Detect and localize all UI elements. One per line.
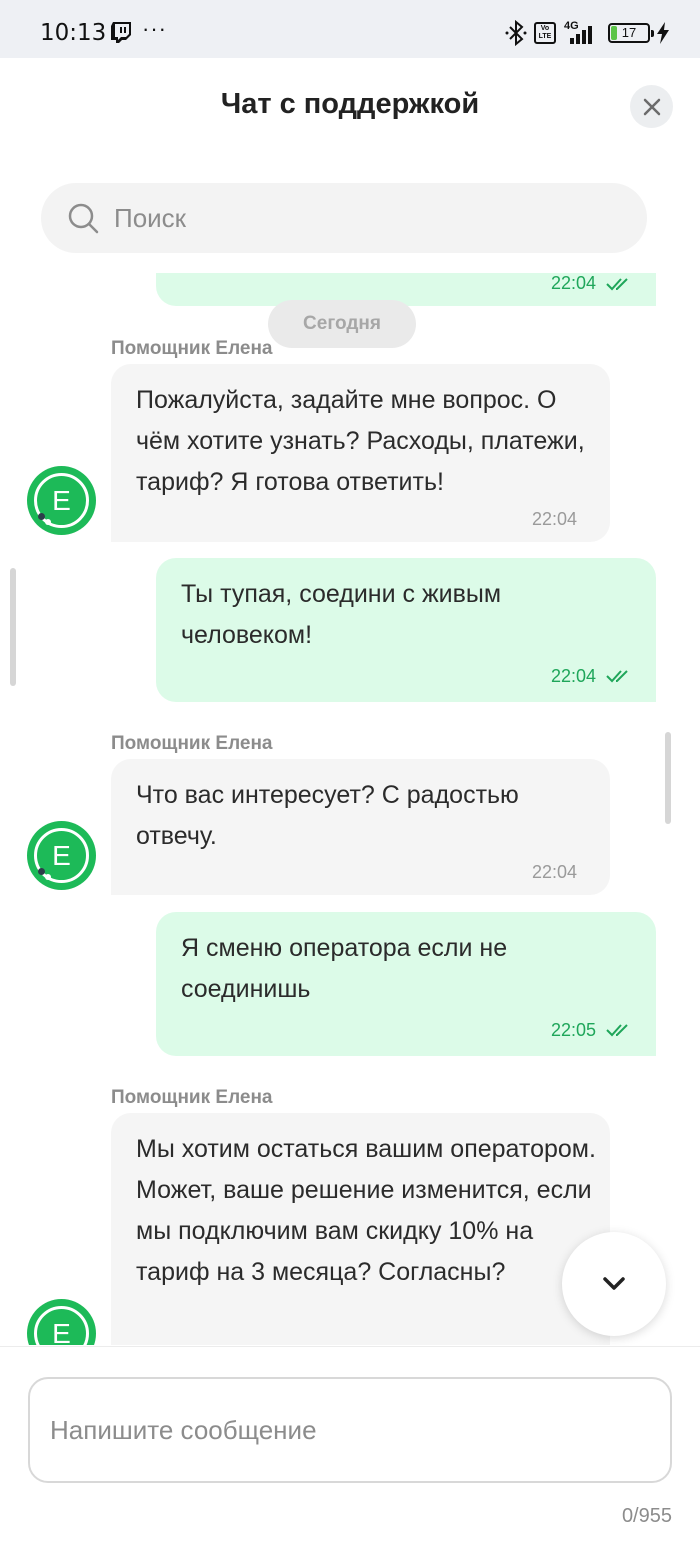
status-time: 10:13 [40,20,107,46]
signal-icon: 4G [562,20,602,46]
message-input[interactable] [50,1415,650,1455]
status-bar: 10:13 ··· Vo LTE 4G 17 [0,0,700,58]
battery-icon: 17 [608,23,654,43]
avatar-letter: E [52,840,71,871]
message-time: 22:04 [551,666,597,686]
message-outgoing[interactable]: 22:04 [156,273,656,306]
chat-messages[interactable]: 22:04 Сегодня Помощник Елена Пожалуйста,… [0,273,700,1345]
volte-icon: Vo LTE [534,22,556,44]
page-title: Чат с поддержкой [220,88,480,120]
search-icon [68,203,99,234]
chat-scrollbar[interactable] [665,732,671,824]
assistant-avatar: E [27,1299,96,1345]
sender-name: Помощник Елена [111,338,273,359]
avatar-letter: E [52,1318,71,1345]
sender-name: Помощник Елена [111,1087,273,1108]
message-text: Ты тупая, соедини с живым человеком! [181,580,502,649]
status-icons: Vo LTE 4G 17 [504,18,670,48]
assistant-avatar: E [27,821,96,890]
more-notifications-icon: ··· [142,16,167,41]
avatar-letter: E [52,485,71,516]
message-composer[interactable] [28,1377,672,1483]
message-time: 22:05 [551,1020,597,1040]
message-time: 22:04 [532,862,578,882]
message-outgoing[interactable]: Ты тупая, соедини с живым человеком! 22:… [156,558,656,702]
character-counter: 0/955 [621,1505,672,1527]
sender-name: Помощник Елена [111,733,273,754]
twitch-icon [111,22,131,43]
message-text: Пожалуйста, задайте мне вопрос. О чём хо… [136,386,585,496]
message-time: 22:04 [551,273,597,293]
message-text: Я сменю оператора если не соединишь [181,934,508,1003]
charging-icon [657,22,669,44]
read-checkmarks-icon [606,1024,628,1037]
search-bar[interactable] [41,183,647,253]
search-input[interactable] [114,183,614,253]
message-time: 22:04 [532,509,578,529]
assistant-avatar: E [27,466,96,535]
close-icon [643,98,660,115]
date-separator: Сегодня [268,300,416,348]
battery-level: 17 [621,25,637,40]
message-incoming[interactable]: Мы хотим остаться вашим оператором. Може… [111,1113,610,1345]
bluetooth-icon [505,20,527,46]
message-text: Что вас интересует? С радостью отвечу. [136,781,519,850]
read-checkmarks-icon [606,278,628,291]
read-checkmarks-icon [606,670,628,683]
scroll-to-bottom-button[interactable] [562,1232,666,1336]
close-button[interactable] [630,85,673,128]
message-outgoing[interactable]: Я сменю оператора если не соединишь 22:0… [156,912,656,1056]
message-incoming[interactable]: Что вас интересует? С радостью отвечу. 2… [111,759,610,895]
scrollbar[interactable] [10,568,16,686]
chevron-down-icon [603,1277,625,1290]
message-incoming[interactable]: Пожалуйста, задайте мне вопрос. О чём хо… [111,364,610,542]
message-text: Мы хотим остаться вашим оператором. Може… [136,1135,596,1286]
